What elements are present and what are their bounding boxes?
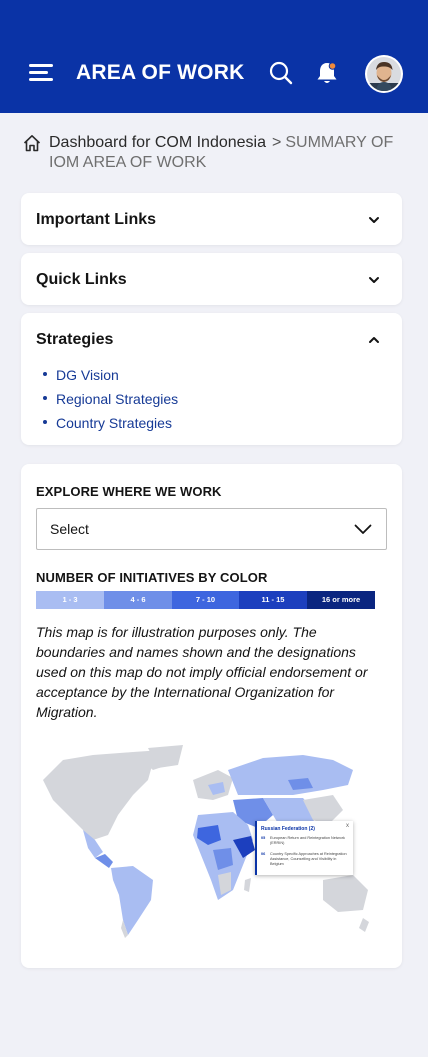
map-disclaimer: This map is for illustration purposes on… xyxy=(36,624,368,720)
strategies-list: DG Vision Regional Strategies Country St… xyxy=(43,365,178,437)
home-icon[interactable] xyxy=(22,133,42,158)
accordion-label: Quick Links xyxy=(36,271,127,288)
chevron-down-icon xyxy=(368,213,380,231)
strategy-link-regional[interactable]: Regional Strategies xyxy=(43,389,178,413)
explore-label: EXPLORE WHERE WE WORK xyxy=(36,484,222,499)
accordion-label[interactable]: Strategies xyxy=(36,331,113,349)
chevron-down-icon xyxy=(368,273,380,291)
strategy-link-country[interactable]: Country Strategies xyxy=(43,413,178,437)
page-title: AREA OF WORK xyxy=(76,61,245,84)
accordion-label: Important Links xyxy=(36,211,157,228)
chevron-up-icon[interactable] xyxy=(368,333,380,351)
select-value: Select xyxy=(50,521,89,537)
top-app-bar: AREA OF WORK xyxy=(0,0,428,113)
search-icon[interactable] xyxy=(268,60,294,86)
close-icon[interactable]: x xyxy=(346,823,349,829)
legend-bin-16-more: 16 or more xyxy=(307,591,375,609)
strategy-link-dg-vision[interactable]: DG Vision xyxy=(43,365,178,389)
hamburger-menu-icon[interactable] xyxy=(29,62,53,82)
country-select[interactable]: Select xyxy=(36,508,387,550)
popup-title: Russian Federation (2) xyxy=(261,826,315,832)
chevron-down-icon xyxy=(354,522,372,541)
user-avatar[interactable] xyxy=(365,55,403,93)
accordion-strategies: Strategies DG Vision Regional Strategies… xyxy=(21,313,402,445)
map-country-popup: Russian Federation (2) x 05 European Retu… xyxy=(255,821,353,875)
breadcrumb-separator: > xyxy=(272,134,282,151)
legend-bin-11-15: 11 - 15 xyxy=(239,591,307,609)
popup-row[interactable]: 06 Country Specific Approaches at Reinteg… xyxy=(261,852,351,867)
explore-map-card: EXPLORE WHERE WE WORK Select NUMBER OF I… xyxy=(21,464,402,968)
legend-label: NUMBER OF INITIATIVES BY COLOR xyxy=(36,570,268,585)
legend-bin-1-3: 1 - 3 xyxy=(36,591,104,609)
popup-row[interactable]: 05 European Return and Reintegration Netw… xyxy=(261,836,351,846)
accordion-important-links[interactable]: Important Links xyxy=(21,193,402,245)
initiatives-color-legend: 1 - 3 4 - 6 7 - 10 11 - 15 16 or more xyxy=(36,591,375,609)
notification-bell-icon[interactable] xyxy=(314,59,340,87)
breadcrumb-link-dashboard[interactable]: Dashboard for COM Indonesia xyxy=(49,134,266,151)
legend-bin-4-6: 4 - 6 xyxy=(104,591,172,609)
legend-bin-7-10: 7 - 10 xyxy=(172,591,239,609)
accordion-quick-links[interactable]: Quick Links xyxy=(21,253,402,305)
